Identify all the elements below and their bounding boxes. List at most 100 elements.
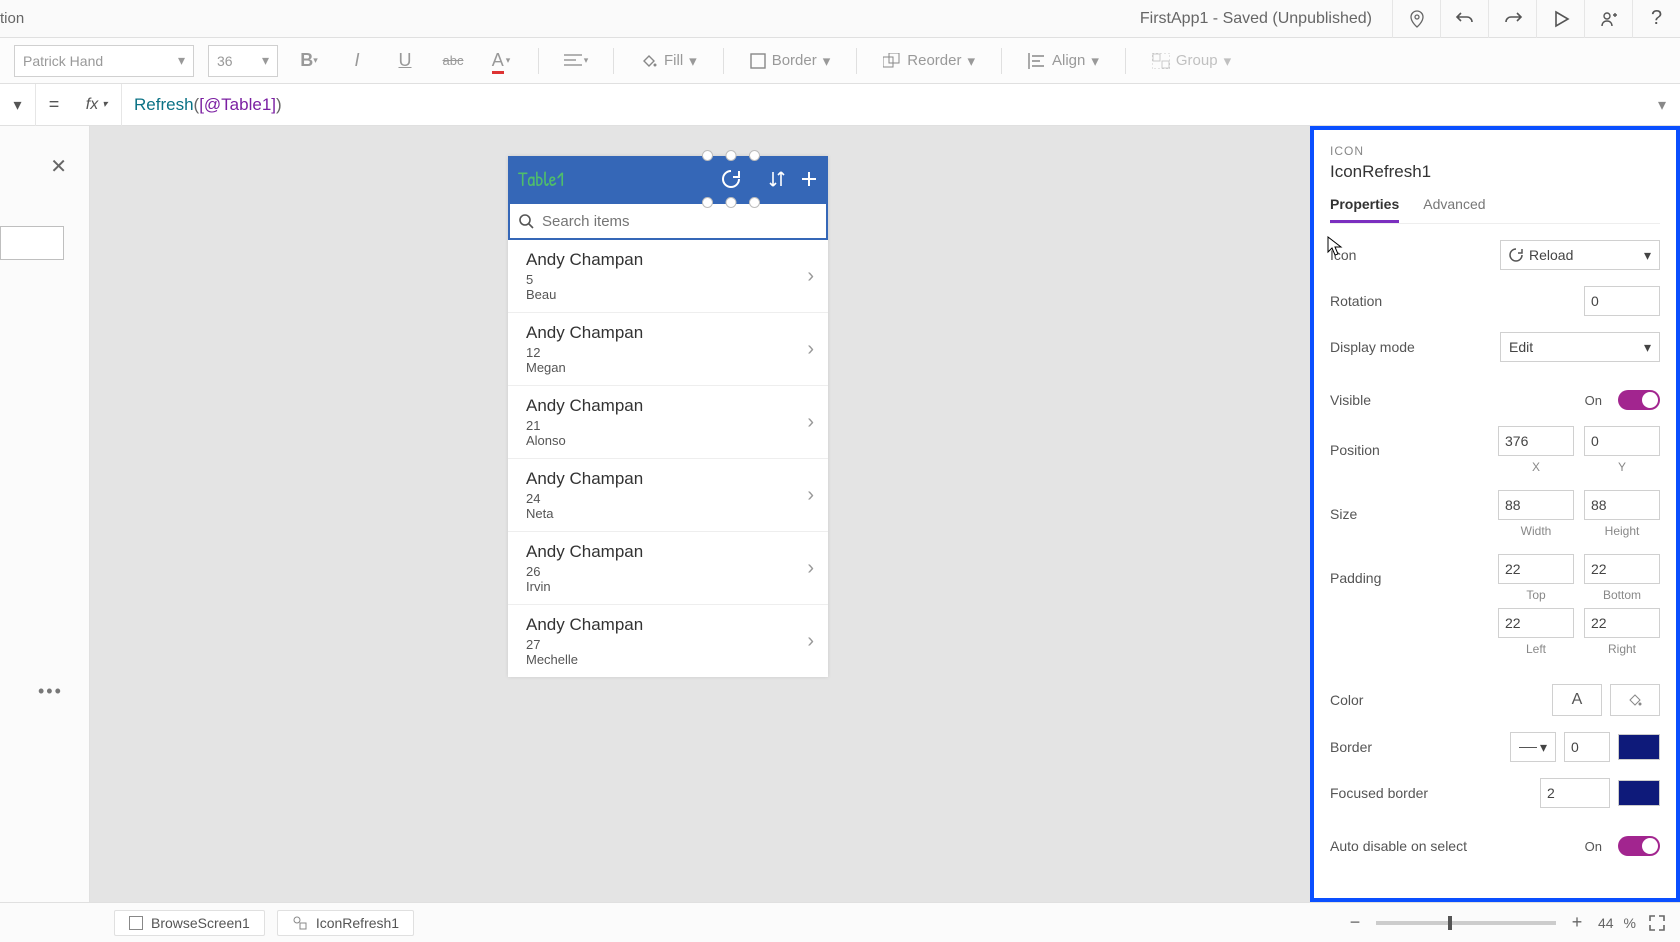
list-item[interactable]: Andy Champan 5 Beau › [508,240,828,312]
close-icon[interactable]: ✕ [50,154,67,179]
canvas[interactable]: Table1 [90,126,1310,902]
width-label: Width [1521,524,1552,538]
position-x-input[interactable] [1498,426,1574,456]
font-name: Patrick Hand [23,53,103,69]
expand-formula-icon[interactable]: ▾ [1644,95,1680,115]
visible-toggle[interactable] [1618,390,1660,410]
padding-bottom-input[interactable] [1584,554,1660,584]
bold-button[interactable]: B▾ [292,44,326,78]
strikethrough-button[interactable]: abc [436,44,470,78]
phone-header: Table1 [508,156,828,202]
formula-function: Refresh [134,95,194,114]
reorder-button[interactable]: Reorder ▾ [877,52,981,70]
chevron-down-icon: ▾ [1091,52,1099,70]
italic-button[interactable]: I [340,44,374,78]
resize-handle[interactable] [702,197,713,208]
chevron-right-icon: › [807,484,814,507]
border-label: Border [772,52,817,69]
breadcrumb-control[interactable]: IconRefresh1 [277,910,414,936]
prop-icon-label: Icon [1330,247,1500,263]
resize-handle[interactable] [726,197,737,208]
list-item[interactable]: Andy Champan 27 Mechelle › [508,604,828,677]
list-item[interactable]: Andy Champan 26 Irvin › [508,531,828,604]
add-icon[interactable] [800,170,818,188]
chevron-down-icon: ▾ [967,52,975,70]
position-y-input[interactable] [1584,426,1660,456]
sort-icon[interactable] [768,170,786,188]
font-color-button[interactable]: A▾ [484,44,518,78]
prop-rotation-input[interactable] [1584,286,1660,316]
font-size-dropdown[interactable]: 36 ▾ [208,45,278,77]
fx-button[interactable]: fx▾ [72,84,122,126]
font-color-sample[interactable]: A [1552,684,1602,716]
text-align-button[interactable]: ▾ [559,44,593,78]
fit-screen-button[interactable] [1646,912,1668,934]
resize-handle[interactable] [749,197,760,208]
border-style-dropdown[interactable]: ▾ [1510,732,1556,762]
search-icon [518,213,534,229]
item-name: Andy Champan [526,396,807,416]
zoom-out-button[interactable]: − [1344,912,1366,934]
prop-border-label: Border [1330,739,1510,755]
main-area: ✕ ••• Table1 [0,126,1680,902]
format-toolbar: Patrick Hand ▾ 36 ▾ B▾ I U abc A▾ ▾ Fill… [0,38,1680,84]
align-button[interactable]: Align ▾ [1022,52,1105,70]
chevron-right-icon: › [807,411,814,434]
list-item[interactable]: Andy Champan 24 Neta › [508,458,828,531]
property-dropdown[interactable]: ▾ [0,84,36,126]
resize-handle[interactable] [749,150,760,161]
zoom-in-button[interactable]: + [1566,912,1588,934]
resize-handle[interactable] [702,150,713,161]
chevron-right-icon: › [807,265,814,288]
formula-input[interactable]: Refresh([@Table1]) [122,95,1644,115]
focused-border-width-input[interactable] [1540,778,1610,808]
chevron-right-icon: › [807,338,814,361]
border-color-swatch[interactable] [1618,734,1660,760]
tree-select-box[interactable] [0,226,64,260]
item-number: 24 [526,491,807,506]
resize-handle[interactable] [726,150,737,161]
prop-autodisable-label: Auto disable on select [1330,838,1585,854]
left-panel: ✕ ••• [0,126,90,902]
prop-displaymode-dropdown[interactable]: Edit ▾ [1500,332,1660,362]
underline-button[interactable]: U [388,44,422,78]
font-dropdown[interactable]: Patrick Hand ▾ [14,45,194,77]
share-icon[interactable] [1584,0,1632,38]
size-height-input[interactable] [1584,490,1660,520]
breadcrumb-screen[interactable]: BrowseScreen1 [114,910,265,936]
border-width-input[interactable] [1564,732,1610,762]
undo-icon[interactable] [1440,0,1488,38]
size-width-input[interactable] [1498,490,1574,520]
gallery-list: Andy Champan 5 Beau › Andy Champan 12 Me… [508,240,828,677]
y-label: Y [1618,460,1626,474]
search-input[interactable] [542,213,818,230]
fill-button[interactable]: Fill ▾ [634,52,703,70]
list-item[interactable]: Andy Champan 21 Alonso › [508,385,828,458]
fill-label: Fill [664,52,683,69]
padding-left-label: Left [1526,642,1546,656]
control-icon [292,915,308,931]
padding-right-input[interactable] [1584,608,1660,638]
tab-properties[interactable]: Properties [1330,196,1399,223]
item-sub: Mechelle [526,652,807,667]
tab-advanced[interactable]: Advanced [1423,196,1485,223]
focused-border-color-swatch[interactable] [1618,780,1660,806]
autodisable-toggle[interactable] [1618,836,1660,856]
more-icon[interactable]: ••• [38,681,63,702]
play-icon[interactable] [1536,0,1584,38]
item-sub: Megan [526,360,807,375]
item-name: Andy Champan [526,542,807,562]
help-icon[interactable]: ? [1632,0,1680,38]
group-button[interactable]: Group ▾ [1146,52,1237,70]
app-checker-icon[interactable] [1392,0,1440,38]
refresh-icon-selected[interactable] [708,156,754,202]
padding-left-input[interactable] [1498,608,1574,638]
color-picker-button[interactable] [1610,684,1660,716]
list-item[interactable]: Andy Champan 12 Megan › [508,312,828,385]
border-button[interactable]: Border ▾ [744,52,837,70]
zoom-slider[interactable] [1376,921,1556,925]
reorder-label: Reorder [907,52,961,69]
redo-icon[interactable] [1488,0,1536,38]
padding-top-input[interactable] [1498,554,1574,584]
prop-icon-dropdown[interactable]: Reload ▾ [1500,240,1660,270]
